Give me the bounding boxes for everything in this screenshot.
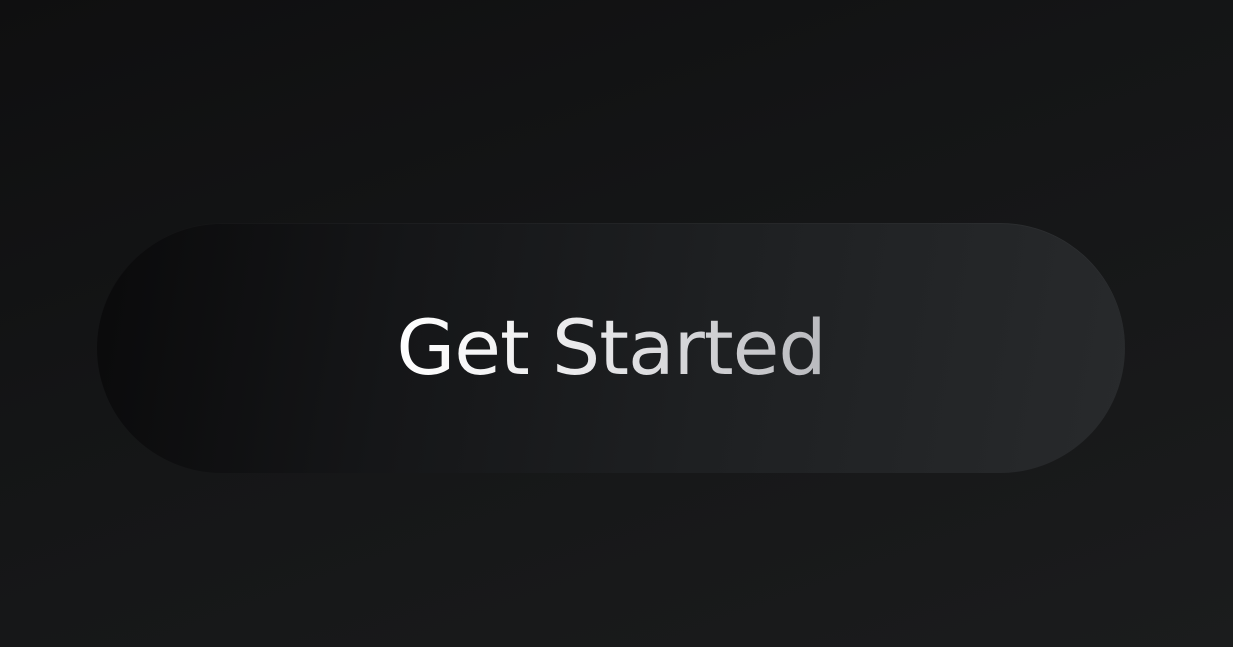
get-started-button[interactable]: Get Started bbox=[97, 223, 1125, 473]
page-background: Get Started bbox=[0, 0, 1233, 647]
get-started-label: Get Started bbox=[396, 303, 826, 392]
